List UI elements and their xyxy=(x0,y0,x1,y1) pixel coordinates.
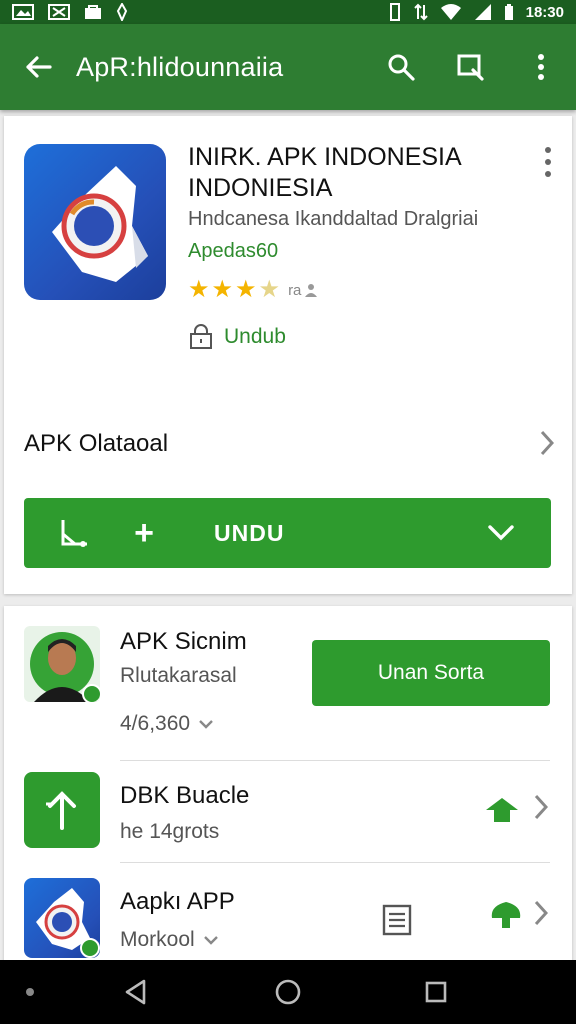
signal-icon xyxy=(474,4,491,20)
item1-title[interactable]: APK Sicnim xyxy=(120,628,247,656)
item2-subtitle: he 14grots xyxy=(120,820,220,843)
section-title[interactable]: APK Olataoal xyxy=(24,430,168,458)
system-nav-bar xyxy=(0,960,576,1024)
chevron-down-icon xyxy=(199,720,213,729)
app-icon xyxy=(24,144,166,300)
bag-icon xyxy=(85,5,101,19)
item1-subtitle: Rlutakarasal xyxy=(120,664,237,687)
search-button[interactable] xyxy=(366,24,436,110)
item2-chevron[interactable] xyxy=(534,794,549,825)
search-icon xyxy=(388,54,415,81)
download-label: UNDU xyxy=(214,519,285,546)
cast-icon xyxy=(457,54,484,81)
nav-home-button[interactable] xyxy=(272,976,304,1008)
vibrate-icon xyxy=(389,3,400,21)
divider xyxy=(120,862,550,863)
share-icon xyxy=(61,520,87,547)
verified-badge xyxy=(80,938,100,958)
item3-title[interactable]: Aapkı APP xyxy=(120,888,235,916)
item3-icon[interactable] xyxy=(24,878,100,958)
chevron-right-icon xyxy=(540,430,555,456)
lock-icon xyxy=(190,324,212,349)
back-triangle-icon xyxy=(125,979,146,1005)
app-logo-icon xyxy=(52,166,148,282)
install-link[interactable]: Undub xyxy=(188,324,286,350)
section-chevron[interactable] xyxy=(540,430,555,461)
document-icon xyxy=(382,904,412,936)
star-half-icon: ★ xyxy=(258,276,281,303)
nav-recents-button[interactable] xyxy=(420,976,452,1008)
item3-doc-button[interactable] xyxy=(380,902,414,941)
gallery-icon xyxy=(12,4,34,20)
data-icon xyxy=(413,3,428,21)
back-button[interactable] xyxy=(0,24,76,110)
item1-action-button[interactable]: Unan Sorta xyxy=(312,640,550,706)
status-left-icons xyxy=(12,3,128,21)
recents-square-icon xyxy=(425,981,447,1003)
item1-count-value: 4/6,360 xyxy=(120,712,191,735)
star-icon: ★ xyxy=(188,276,210,303)
nav-dot xyxy=(26,988,34,996)
battery-icon xyxy=(504,4,513,20)
more-vert-icon xyxy=(538,54,544,80)
wifi-icon xyxy=(440,4,461,20)
rating: ★ ★ ★ ★ ra xyxy=(188,278,319,302)
app-bar: ApR:hlidounnaiia xyxy=(0,24,576,110)
person-icon xyxy=(305,284,318,297)
item2-title[interactable]: DBK Buacle xyxy=(120,782,249,810)
status-time: 18:30 xyxy=(525,3,564,21)
back-arrow-icon xyxy=(26,56,52,78)
item3-subtitle: Morkool xyxy=(120,928,195,951)
related-apps-card: APK Sicnim Rlutakarasal 4/6,360 Unan Sor… xyxy=(4,606,572,966)
chevron-right-icon xyxy=(534,900,549,926)
plus-icon[interactable]: + xyxy=(124,498,164,568)
more-options-button[interactable] xyxy=(506,24,576,110)
leaf-badge-icon xyxy=(491,902,521,928)
verified-badge xyxy=(82,684,100,702)
download-share-button[interactable] xyxy=(24,498,124,568)
download-expand-button[interactable] xyxy=(451,498,551,568)
app-subtitle: Apedas60 xyxy=(188,240,279,262)
install-label: Undub xyxy=(224,325,286,348)
nav-back-button[interactable] xyxy=(120,976,152,1008)
item3-badge xyxy=(488,900,524,937)
notification-icon xyxy=(116,3,128,21)
chevron-down-icon xyxy=(488,525,514,541)
chevron-down-icon xyxy=(203,936,218,945)
app-bar-title: ApR:hlidounnaiia xyxy=(76,51,284,82)
item2-badge xyxy=(484,796,520,829)
item3-chevron[interactable] xyxy=(534,900,549,931)
download-bar[interactable]: + UNDU xyxy=(24,498,551,568)
star-icon: ★ xyxy=(211,276,234,303)
avatar[interactable] xyxy=(24,626,100,702)
more-vert-icon xyxy=(545,147,551,177)
item3-subtitle-row[interactable]: Morkool xyxy=(120,928,219,952)
chevron-right-icon xyxy=(534,794,549,820)
divider xyxy=(120,760,550,761)
home-circle-icon xyxy=(275,979,301,1005)
status-right-icons: 18:30 xyxy=(388,3,564,21)
status-bar: 18:30 xyxy=(0,0,576,24)
app-detail-card: INIRK. APK INDONESIA INDONIESIA Hndcanes… xyxy=(4,116,572,594)
card-more-button[interactable] xyxy=(542,144,554,180)
arrow-up-icon xyxy=(46,791,76,830)
developer-name[interactable]: Hndcanesa Ikanddaltad Dralgriai xyxy=(188,208,478,231)
image-icon xyxy=(48,4,70,20)
item1-count[interactable]: 4/6,360 xyxy=(120,712,214,736)
cast-button[interactable] xyxy=(436,24,506,110)
rating-count: ra xyxy=(288,281,302,299)
app-name: INIRK. APK INDONESIA INDONIESIA xyxy=(188,143,461,202)
star-icon: ★ xyxy=(235,276,257,303)
leaf-badge-icon xyxy=(486,798,518,822)
item2-icon[interactable] xyxy=(24,772,100,848)
